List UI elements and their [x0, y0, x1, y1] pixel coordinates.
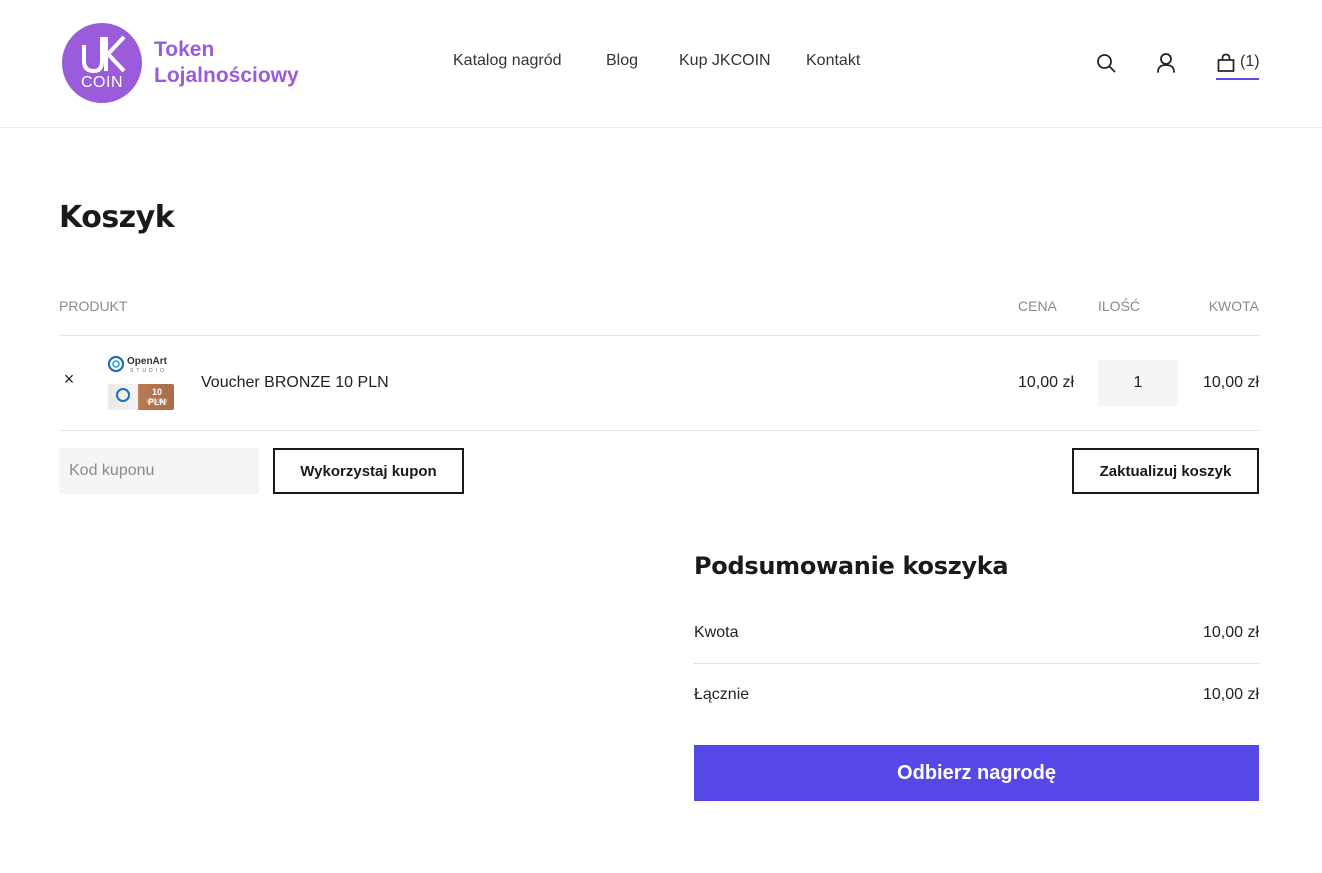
search-icon[interactable]	[1095, 52, 1117, 74]
column-header-product: PRODUKT	[59, 298, 128, 314]
remove-item-button[interactable]: ×	[61, 370, 77, 388]
subtotal-label: Kwota	[694, 624, 739, 641]
logo-coin-text: COIN	[81, 74, 123, 91]
thumbnail-brand-sub: STUDIO	[130, 368, 167, 374]
nav-katalog-nagrod[interactable]: Katalog nagród	[453, 52, 562, 70]
nav-kontakt[interactable]: Kontakt	[806, 52, 860, 70]
user-icon[interactable]	[1155, 52, 1177, 74]
cart-count: (1)	[1240, 53, 1260, 70]
column-header-price: CENA	[1018, 298, 1057, 314]
voucher-logo-icon	[116, 388, 130, 402]
line-total: 10,00 zł	[1202, 374, 1259, 391]
voucher-card-image: 10 PLN voucher	[108, 384, 174, 410]
total-label: Łącznie	[694, 686, 750, 703]
brand-line-2: Lojalnościowy	[154, 64, 299, 87]
product-price: 10,00 zł	[1018, 374, 1075, 391]
total-value: 10,00 zł	[1202, 686, 1259, 703]
product-name-link[interactable]: Voucher BRONZE 10 PLN	[201, 374, 389, 392]
update-cart-button[interactable]: Zaktualizuj koszyk	[1072, 448, 1259, 494]
table-divider	[59, 430, 1259, 431]
checkout-button[interactable]: Odbierz nagrodę	[694, 745, 1259, 801]
nav-blog[interactable]: Blog	[606, 52, 638, 70]
table-divider	[59, 335, 1259, 336]
shopping-bag-icon	[1217, 53, 1235, 72]
column-header-total: KWOTA	[1208, 298, 1259, 314]
quantity-input[interactable]	[1098, 360, 1178, 406]
brand-name[interactable]: Token Lojalnościowy	[154, 37, 299, 89]
apply-coupon-button[interactable]: Wykorzystaj kupon	[273, 448, 464, 494]
product-thumbnail[interactable]: OpenArt STUDIO 10 PLN voucher	[106, 354, 174, 412]
summary-title: Podsumowanie koszyka	[694, 552, 1009, 580]
column-header-quantity: ILOŚĆ	[1098, 298, 1141, 314]
thumbnail-brand-text: OpenArt	[127, 356, 167, 367]
page-title: Koszyk	[59, 200, 175, 235]
coupon-code-input[interactable]	[59, 448, 259, 494]
site-logo[interactable]: COIN	[62, 23, 142, 103]
summary-divider	[694, 663, 1259, 664]
cart-link[interactable]: (1)	[1216, 52, 1260, 80]
subtotal-value: 10,00 zł	[1202, 624, 1259, 641]
site-header: COIN Token Lojalnościowy Katalog nagród …	[0, 0, 1322, 128]
nav-kup-jkcoin[interactable]: Kup JKCOIN	[679, 52, 771, 70]
voucher-card-sub: voucher	[146, 399, 168, 405]
brand-line-1: Token	[154, 38, 215, 61]
